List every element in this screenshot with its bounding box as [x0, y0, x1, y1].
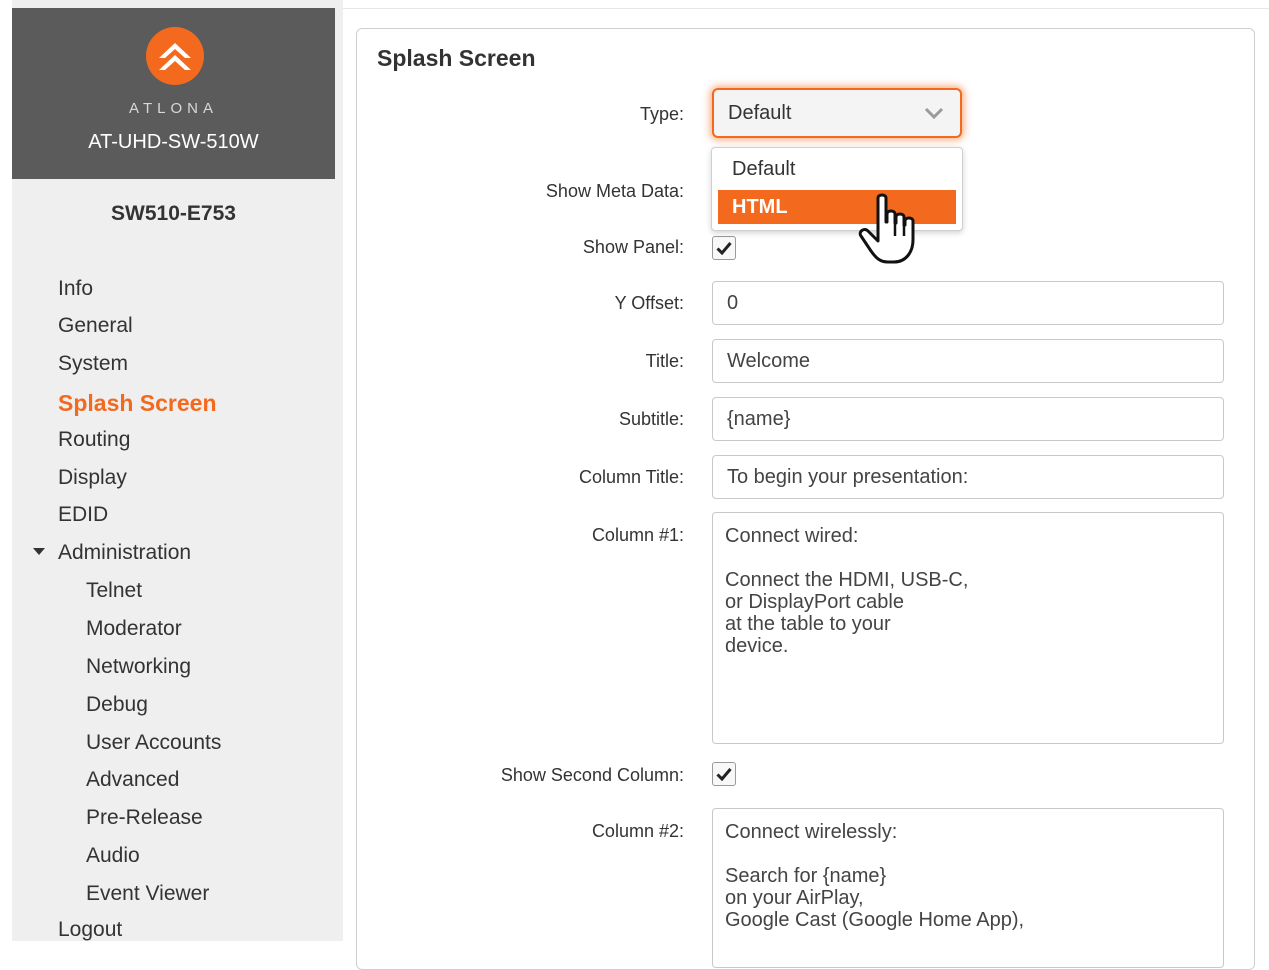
- nav-edid[interactable]: EDID: [58, 503, 108, 527]
- column2-line: Google Cast (Google Home App),: [725, 909, 1025, 931]
- show-meta-data-label: Show Meta Data:: [545, 181, 684, 201]
- sidebar: ATLONA AT-UHD-SW-510W SW510-E753 Info Ge…: [0, 0, 343, 941]
- top-divider: [343, 8, 1269, 9]
- subtitle-input[interactable]: [712, 397, 1224, 441]
- sidebar-edge: [0, 0, 12, 941]
- chevron-down-icon: [924, 107, 944, 120]
- nav-debug[interactable]: Debug: [86, 693, 148, 717]
- subtitle-label: Subtitle:: [618, 409, 684, 429]
- column-title-input[interactable]: [712, 455, 1224, 499]
- nav-system[interactable]: System: [58, 352, 128, 376]
- column1-line: at the table to your: [725, 613, 891, 635]
- column1-label: Column #1:: [591, 525, 684, 545]
- device-model: AT-UHD-SW-510W: [88, 131, 259, 153]
- show-panel-label: Show Panel:: [582, 237, 684, 257]
- type-option-default[interactable]: Default: [718, 152, 956, 186]
- type-option-html[interactable]: HTML: [718, 190, 956, 224]
- nav-advanced[interactable]: Advanced: [86, 768, 179, 792]
- panel-title: Splash Screen: [377, 45, 536, 71]
- device-name: SW510-E753: [111, 202, 236, 225]
- column1-line: device.: [725, 635, 789, 657]
- column2-line: Connect wirelessly:: [725, 821, 898, 843]
- nav-administration[interactable]: Administration: [58, 541, 191, 565]
- nav-user-accounts[interactable]: User Accounts: [86, 731, 221, 755]
- nav-pre-release[interactable]: Pre-Release: [86, 806, 203, 830]
- nav-telnet[interactable]: Telnet: [86, 579, 142, 603]
- show-second-column-checkbox[interactable]: [712, 762, 736, 786]
- column1-textarea[interactable]: Connect wired: Connect the HDMI, USB-C, …: [712, 512, 1224, 744]
- checkmark-icon: [716, 242, 732, 255]
- nav-general[interactable]: General: [58, 314, 133, 338]
- show-panel-checkbox[interactable]: [712, 236, 736, 260]
- hand-pointer-icon: [858, 193, 915, 264]
- nav-moderator[interactable]: Moderator: [86, 617, 182, 641]
- y-offset-input[interactable]: [712, 281, 1224, 325]
- column2-textarea[interactable]: Connect wirelessly: Search for {name} on…: [712, 808, 1224, 968]
- nav-audio[interactable]: Audio: [86, 844, 140, 868]
- column2-line: Search for {name}: [725, 865, 887, 887]
- y-offset-label: Y Offset:: [614, 293, 684, 313]
- column1-line: [725, 547, 1211, 569]
- nav-display[interactable]: Display: [58, 466, 127, 490]
- show-second-column-label: Show Second Column:: [500, 765, 684, 785]
- title-input[interactable]: [712, 339, 1224, 383]
- type-dropdown-list: Default HTML: [711, 147, 963, 231]
- column-title-label: Column Title:: [578, 467, 684, 487]
- type-label: Type:: [639, 104, 684, 124]
- checkmark-icon: [716, 768, 732, 781]
- column2-line: [725, 843, 1211, 865]
- nav-routing[interactable]: Routing: [58, 428, 130, 452]
- nav-event-viewer[interactable]: Event Viewer: [86, 882, 209, 906]
- column1-line: or DisplayPort cable: [725, 591, 904, 613]
- column1-line: Connect the HDMI, USB-C,: [725, 569, 969, 591]
- column2-label: Column #2:: [591, 821, 684, 841]
- nav-networking[interactable]: Networking: [86, 655, 191, 679]
- type-select-value: Default: [728, 102, 792, 124]
- brand-header: ATLONA AT-UHD-SW-510W: [12, 8, 335, 179]
- caret-down-icon[interactable]: [33, 548, 45, 555]
- type-select[interactable]: Default: [712, 88, 962, 138]
- atlona-logo-icon: [146, 27, 204, 85]
- nav-info[interactable]: Info: [58, 277, 93, 301]
- brand-wordmark: ATLONA: [129, 100, 218, 117]
- title-label: Title:: [645, 351, 684, 371]
- column2-line: on your AirPlay,: [725, 887, 864, 909]
- nav-splash-screen[interactable]: Splash Screen: [58, 391, 217, 415]
- column1-line: Connect wired:: [725, 525, 859, 547]
- nav-logout[interactable]: Logout: [58, 918, 122, 942]
